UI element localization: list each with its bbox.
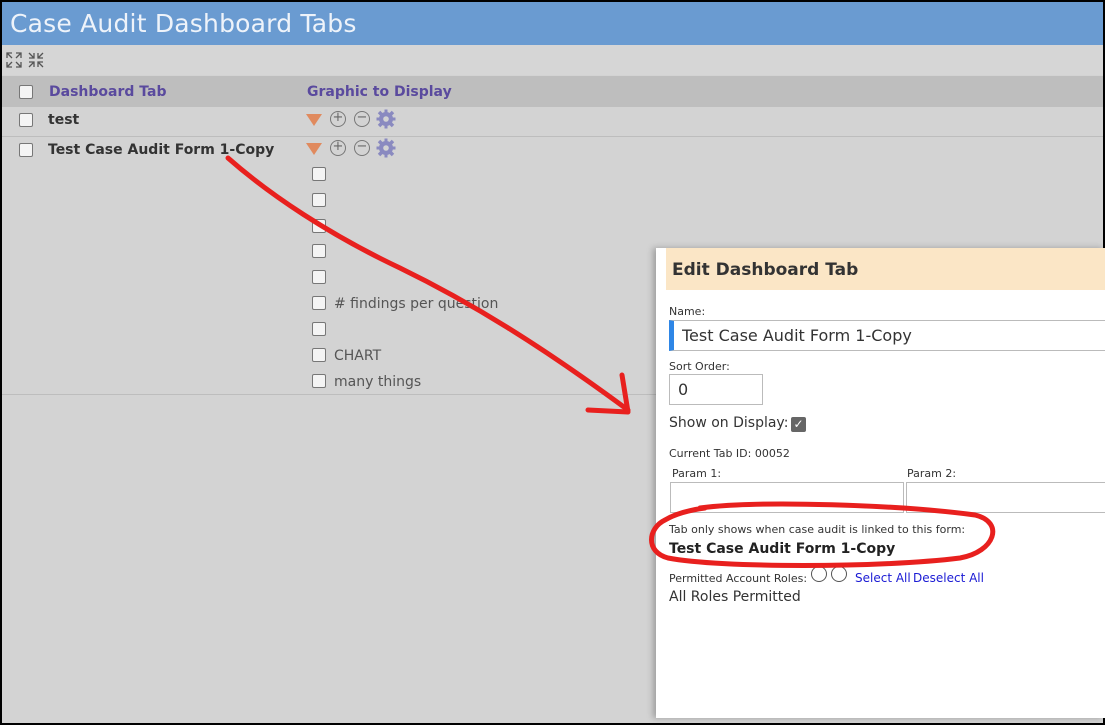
column-header-graphic: Graphic to Display [307,84,452,100]
table-row: test + − [2,107,1103,136]
sort-order-label: Sort Order: [669,360,730,373]
show-on-display-checkbox[interactable]: ✓ [791,417,806,432]
row-label[interactable]: Test Case Audit Form 1-Copy [48,142,274,158]
row-checkbox[interactable] [19,143,33,157]
current-tab-id: Current Tab ID: 00052 [669,447,790,460]
row-label[interactable]: test [48,112,79,128]
table-header: Dashboard Tab Graphic to Display [2,76,1103,107]
edit-dashboard-tab-dialog: Edit Dashboard Tab Name: Sort Order: Sho… [656,248,1105,718]
triangle-down-icon[interactable] [306,114,322,126]
graphic-option-checkbox[interactable] [312,270,326,284]
gear-icon[interactable] [376,109,396,129]
graphic-option-label: CHART [334,348,382,364]
dialog-title: Edit Dashboard Tab [672,260,859,280]
show-on-display-label: Show on Display: [669,415,789,431]
graphic-option-label: # findings per question [334,296,499,312]
permitted-roles-label: Permitted Account Roles: [669,572,808,585]
name-label: Name: [669,305,706,318]
graphic-option-checkbox[interactable] [312,296,326,310]
param2-input[interactable] [906,482,1105,513]
graphic-option-checkbox[interactable] [312,219,326,233]
select-all-link[interactable]: Select All [855,571,911,585]
toolbar [2,45,1103,75]
linked-form-name: Test Case Audit Form 1-Copy [669,541,896,557]
minus-circle-icon[interactable]: − [354,140,370,156]
graphic-option-checkbox[interactable] [312,374,326,388]
graphic-option-checkbox[interactable] [312,167,326,181]
plus-circle-icon[interactable] [811,566,827,582]
linked-form-note: Tab only shows when case audit is linked… [669,523,966,536]
graphic-option-label: many things [334,374,422,390]
graphic-option-checkbox[interactable] [312,322,326,336]
sort-order-input[interactable] [669,374,763,405]
minus-circle-icon[interactable]: − [354,111,370,127]
column-header-dashboard-tab: Dashboard Tab [49,84,167,100]
row-checkbox[interactable] [19,113,33,127]
graphic-option-checkbox[interactable] [312,244,326,258]
graphic-option-checkbox[interactable] [312,348,326,362]
param1-input[interactable] [670,482,904,513]
collapse-arrows-icon[interactable] [28,52,44,68]
triangle-down-icon[interactable] [306,143,322,155]
param1-label: Param 1: [672,467,722,480]
minus-circle-icon[interactable] [831,566,847,582]
expand-arrows-icon[interactable] [6,52,22,68]
select-all-checkbox[interactable] [19,85,33,99]
name-input[interactable] [669,320,1105,351]
plus-circle-icon[interactable]: + [330,140,346,156]
plus-circle-icon[interactable]: + [330,111,346,127]
roles-value: All Roles Permitted [669,589,801,605]
page-title: Case Audit Dashboard Tabs [10,9,357,38]
graphic-option-checkbox[interactable] [312,193,326,207]
deselect-all-link[interactable]: Deselect All [913,571,984,585]
param2-label: Param 2: [907,467,957,480]
dialog-header: Edit Dashboard Tab [666,248,1105,290]
gear-icon[interactable] [376,138,396,158]
title-bar: Case Audit Dashboard Tabs [2,2,1103,45]
